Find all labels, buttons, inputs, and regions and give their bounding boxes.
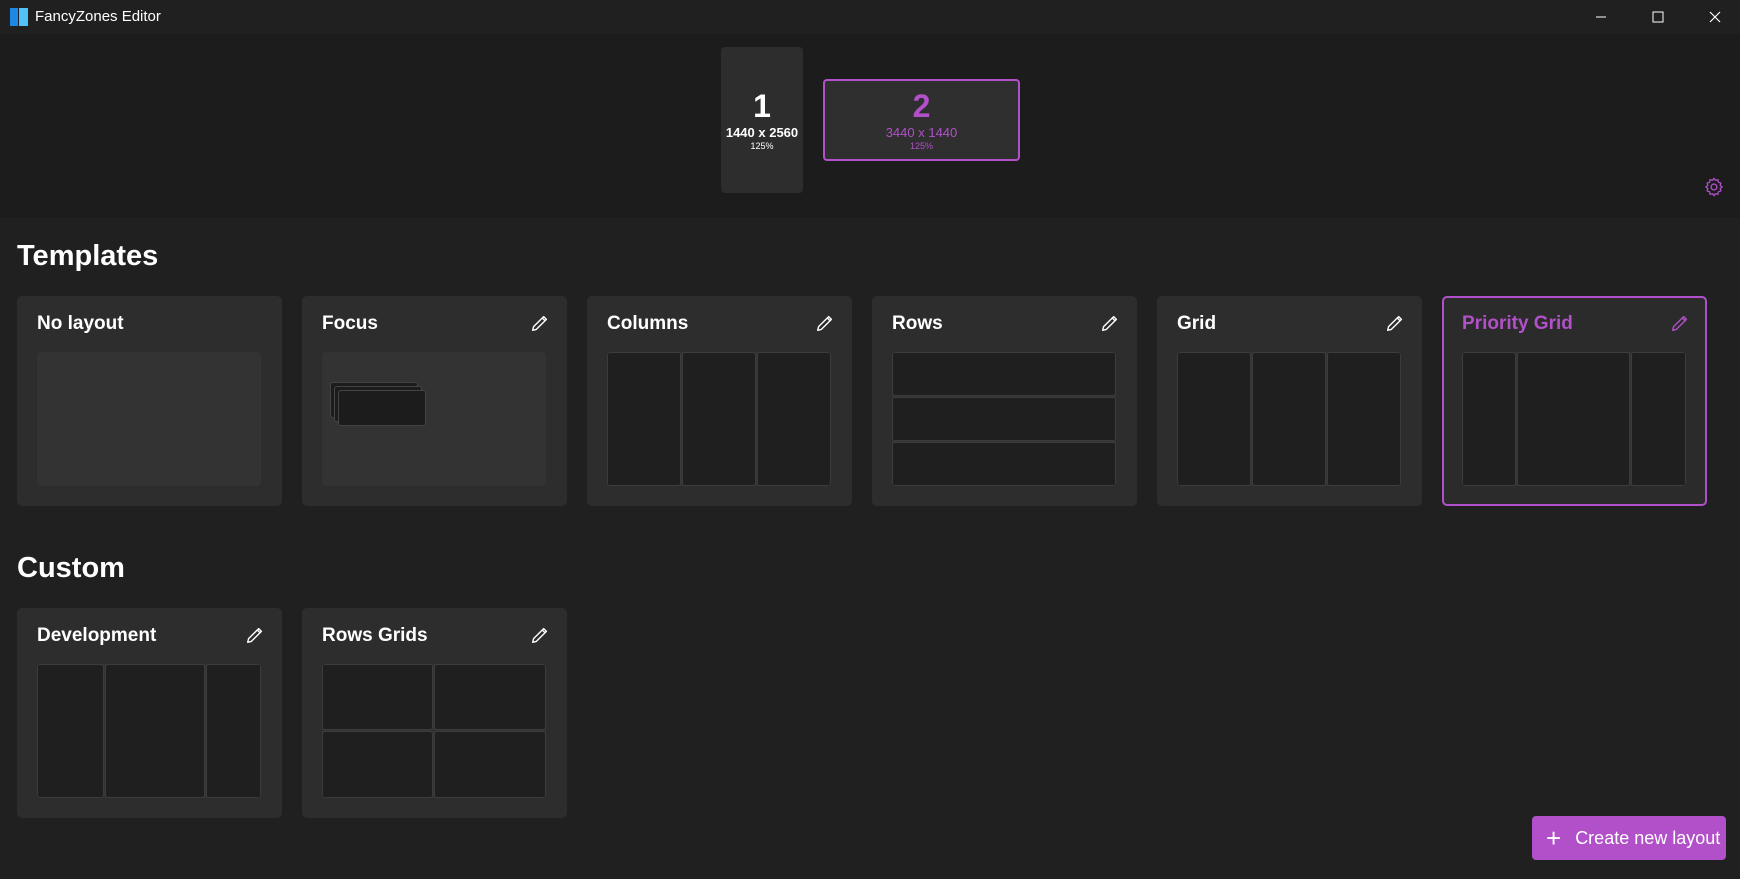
template-card-rows[interactable]: Rows xyxy=(872,296,1137,506)
maximize-button[interactable] xyxy=(1630,0,1686,34)
edit-layout-button[interactable] xyxy=(1384,312,1406,334)
close-button[interactable] xyxy=(1687,0,1740,34)
create-button-label: Create new layout xyxy=(1575,827,1721,848)
maximize-icon xyxy=(1652,11,1664,23)
layout-name: Priority Grid xyxy=(1462,313,1573,334)
edit-layout-button[interactable] xyxy=(814,312,836,334)
pencil-icon xyxy=(1671,315,1688,332)
layout-preview xyxy=(1177,352,1401,486)
template-card-focus[interactable]: Focus xyxy=(302,296,567,506)
fancyzones-app-icon xyxy=(10,8,28,26)
layout-name: Rows Grids xyxy=(322,625,428,646)
layout-preview xyxy=(37,352,261,486)
close-icon xyxy=(1709,11,1721,23)
template-card-columns[interactable]: Columns xyxy=(587,296,852,506)
pencil-icon xyxy=(246,627,263,644)
create-new-layout-button[interactable]: + Create new layout xyxy=(1532,816,1726,860)
custom-card-rows-grids[interactable]: Rows Grids xyxy=(302,608,567,818)
layout-preview xyxy=(322,352,546,486)
pencil-icon xyxy=(1386,315,1403,332)
title-bar: FancyZones Editor xyxy=(0,0,1740,34)
monitor-2[interactable]: 2 3440 x 1440 125% xyxy=(823,79,1020,161)
layout-preview xyxy=(607,352,831,486)
pencil-icon xyxy=(816,315,833,332)
window-title: FancyZones Editor xyxy=(35,8,161,25)
layout-name: Columns xyxy=(607,313,689,334)
custom-heading: Custom xyxy=(17,552,125,584)
monitor-scale: 125% xyxy=(750,141,774,151)
template-card-no-layout[interactable]: No layout xyxy=(17,296,282,506)
templates-heading: Templates xyxy=(17,240,159,272)
monitor-number: 1 xyxy=(753,88,771,124)
pencil-icon xyxy=(531,627,548,644)
custom-card-development[interactable]: Development xyxy=(17,608,282,818)
monitor-resolution: 3440 x 1440 xyxy=(885,125,958,140)
template-card-grid[interactable]: Grid xyxy=(1157,296,1422,506)
minimize-button[interactable] xyxy=(1573,0,1629,34)
minimize-icon xyxy=(1596,16,1606,18)
template-card-priority-grid[interactable]: Priority Grid xyxy=(1442,296,1707,506)
layout-name: Focus xyxy=(322,313,378,334)
gear-icon xyxy=(1705,177,1723,197)
pencil-icon xyxy=(531,315,548,332)
edit-layout-button[interactable] xyxy=(1099,312,1121,334)
layout-preview xyxy=(892,352,1116,486)
layout-name: Rows xyxy=(892,313,943,334)
layout-preview xyxy=(322,664,546,798)
layout-preview xyxy=(37,664,261,798)
layout-name: No layout xyxy=(37,313,124,334)
layout-preview xyxy=(1462,352,1686,486)
layout-name: Grid xyxy=(1177,313,1217,334)
edit-layout-button[interactable] xyxy=(244,624,266,646)
monitor-number: 2 xyxy=(912,88,931,124)
plus-icon: + xyxy=(1546,823,1562,853)
layout-name: Development xyxy=(37,625,157,646)
edit-layout-button[interactable] xyxy=(529,624,551,646)
monitor-resolution: 1440 x 2560 xyxy=(725,125,799,140)
monitor-selector: 1 1440 x 2560 125% 2 3440 x 1440 125% xyxy=(0,34,1740,218)
pencil-icon xyxy=(1101,315,1118,332)
edit-layout-button[interactable] xyxy=(1669,312,1691,334)
monitor-scale: 125% xyxy=(909,141,934,151)
monitor-1[interactable]: 1 1440 x 2560 125% xyxy=(721,47,803,193)
edit-layout-button[interactable] xyxy=(529,312,551,334)
settings-button[interactable] xyxy=(1703,176,1727,200)
